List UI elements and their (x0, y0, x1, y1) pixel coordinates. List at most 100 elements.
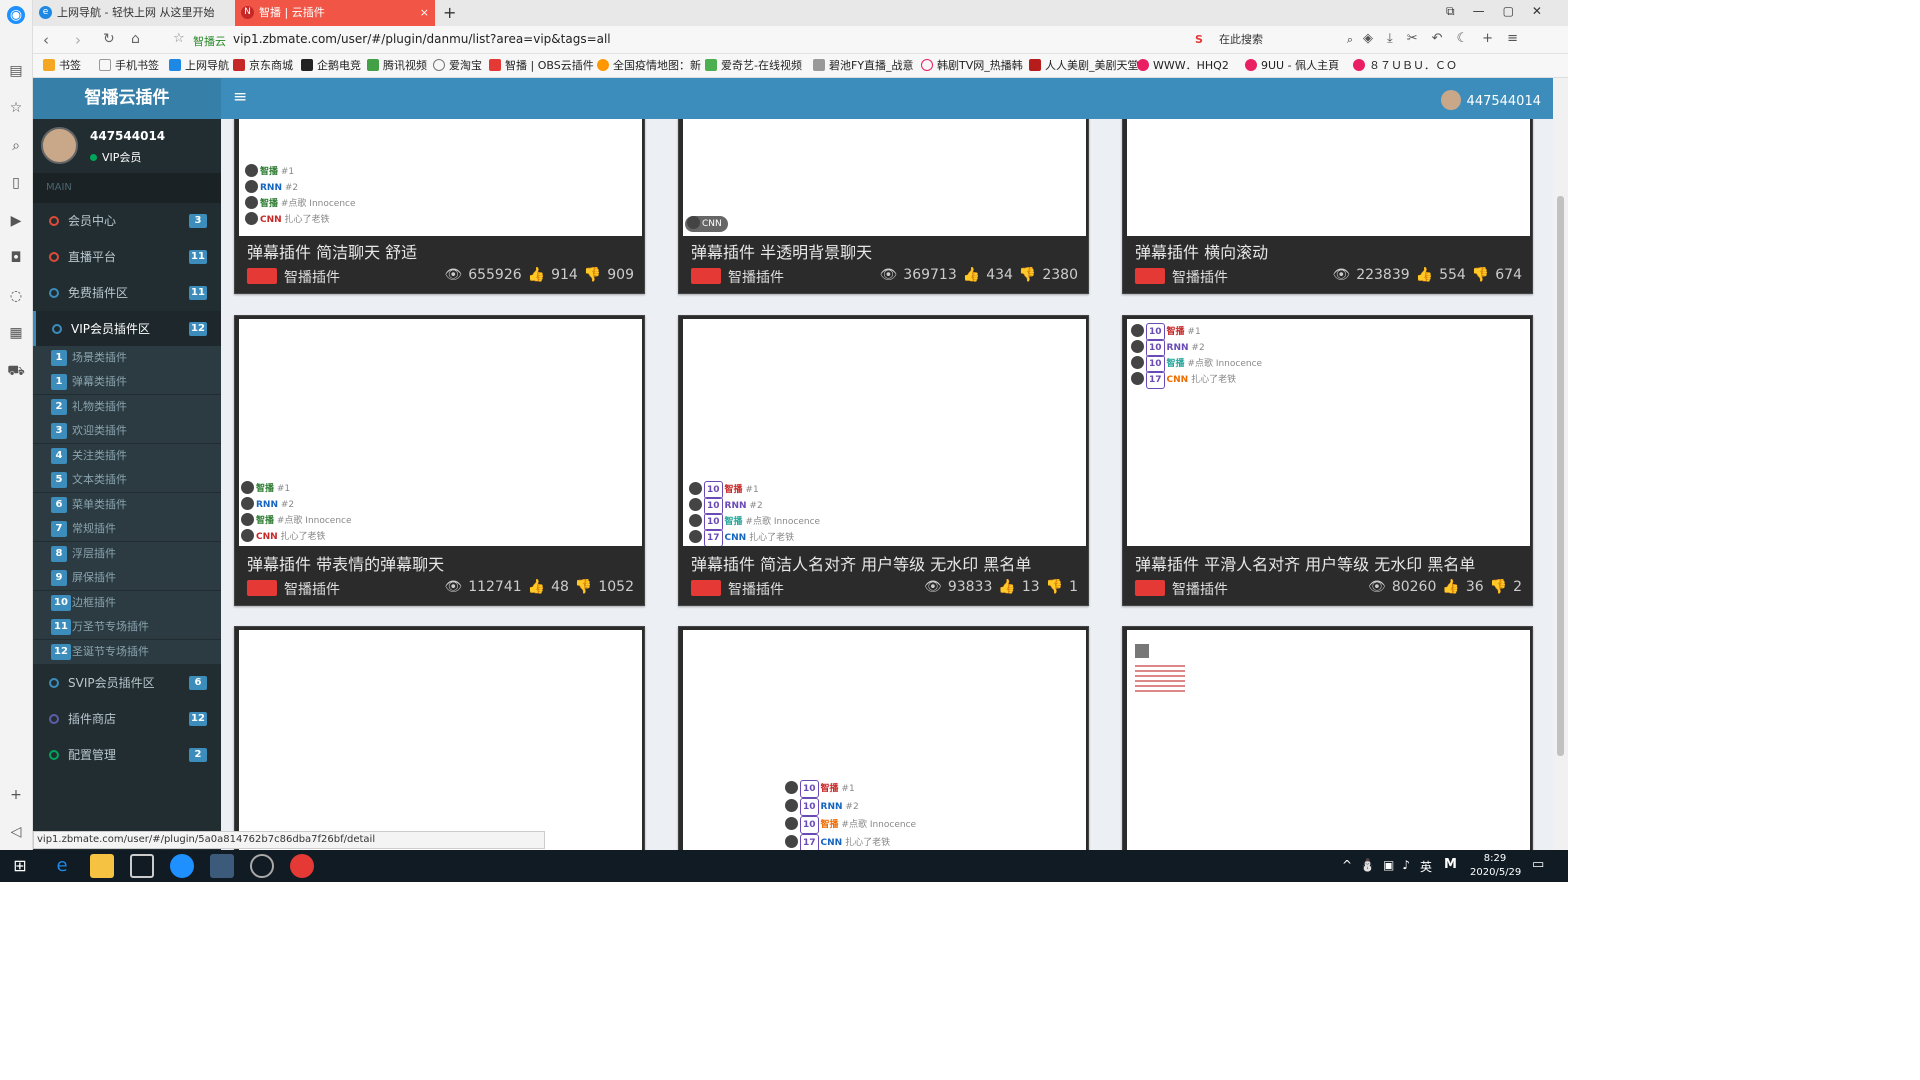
collapse-icon[interactable]: ◁ (7, 823, 25, 841)
menu-config[interactable]: 配置管理 2 (33, 737, 221, 773)
plugin-title[interactable]: 弹幕插件 半透明背景聊天 (691, 239, 872, 263)
reload-icon[interactable]: ↻ (103, 31, 115, 47)
video-icon[interactable]: ▶ (7, 212, 25, 230)
submenu-item[interactable]: 2 礼物类插件 (33, 395, 221, 419)
sidebar-toggle-icon[interactable]: ≡ (233, 87, 247, 107)
store-icon[interactable] (130, 854, 154, 878)
submenu-item[interactable]: 1 场景类插件 (33, 346, 221, 370)
chat-icon[interactable]: ◌ (7, 287, 25, 305)
tray-icons[interactable]: ^⛄▣♪ (1342, 858, 1418, 872)
circle-icon (49, 714, 59, 724)
plugin-card[interactable]: 10 智播 #1 10 RNN #2 10 智播 #点歌 Innocence 17 CN… (678, 315, 1089, 606)
submenu-item[interactable]: 5 文本类插件 (33, 468, 221, 492)
plugin-card[interactable]: 10 智播 #1 10 RNN #2 10 智播 #点歌 Innocence 17 CN… (1122, 315, 1533, 606)
cart-icon[interactable]: ⛟ (7, 362, 25, 380)
browser-taskbar-icon[interactable] (170, 854, 194, 878)
menu-live-platform[interactable]: 直播平台 11 (33, 239, 221, 275)
plugin-title[interactable]: 弹幕插件 简洁人名对齐 用户等级 无水印 黑名单 (691, 551, 1031, 575)
window-controls[interactable]: ⧉—▢✕ (1446, 4, 1560, 19)
submenu-item[interactable]: 12 圣诞节专场插件 (33, 640, 221, 664)
zbmate-logo-icon (691, 580, 721, 596)
menu-svip-plugins[interactable]: SVIP会员插件区 6 (33, 665, 221, 701)
notification-icon[interactable]: ▭ (1532, 857, 1544, 872)
windows-start-icon[interactable]: ⊞ (8, 854, 32, 878)
plugin-card[interactable]: 弹幕插件 横向滚动 智播插件 👁 223839 👍 554 👎 674 (1122, 119, 1533, 294)
thumbnail (1135, 644, 1149, 658)
close-icon[interactable]: × (420, 0, 429, 26)
bookmark-item[interactable]: ８７ＵＢＵ．ＣＯ (1353, 54, 1457, 78)
scroll-thumb[interactable] (1557, 196, 1564, 756)
menu-vip-plugins[interactable]: VIP会员插件区 12 (33, 311, 221, 347)
page-scrollbar[interactable] (1553, 78, 1568, 850)
user-menu[interactable]: 447544014 (1440, 90, 1541, 110)
bookmark-item[interactable]: 腾讯视频 (367, 54, 427, 78)
submenu-item[interactable]: 4 关注类插件 (33, 444, 221, 468)
url-field[interactable]: vip1.zbmate.com/user/#/plugin/danmu/list… (233, 32, 611, 46)
bookmark-item[interactable]: 智播 | OBS云插件 (489, 54, 594, 78)
clock[interactable]: 8:29 2020/5/29 (1470, 852, 1521, 880)
bookmark-item[interactable]: 碧池FY直播_战意 (813, 54, 914, 78)
plugin-title[interactable]: 弹幕插件 横向滚动 (1135, 239, 1268, 263)
plugin-card[interactable]: CNN 弹幕插件 半透明背景聊天 智播插件 👁 369713 👍 434 👎 2380 (678, 119, 1089, 294)
ime-indicator[interactable]: 英 (1420, 858, 1432, 875)
plugin-card[interactable]: 智播 #1 RNN #2 智播 #点歌 Innocence CNN 扎心了老铁 … (234, 119, 645, 294)
submenu-item[interactable]: 3 欢迎类插件 (33, 419, 221, 443)
bookmark-item[interactable]: 全国疫情地图：新 (597, 54, 701, 78)
submenu-item[interactable]: 6 菜单类插件 (33, 493, 221, 517)
bookmark-item[interactable]: 上网导航 (169, 54, 229, 78)
plugin-title[interactable]: 弹幕插件 平滑人名对齐 用户等级 无水印 黑名单 (1135, 551, 1475, 575)
search-icon[interactable]: ⌕ (1347, 30, 1353, 50)
submenu-item[interactable]: 9 屏保插件 (33, 566, 221, 590)
bookmark-item[interactable]: 爱奇艺-在线视频 (705, 54, 802, 78)
bookmark-item[interactable]: 京东商城 (233, 54, 293, 78)
ime-mode-icon[interactable]: M (1444, 857, 1457, 872)
plugin-card[interactable]: 智播 #1 RNN #2 智播 #点歌 Innocence CNN 扎心了老铁 … (234, 315, 645, 606)
menu-free-plugins[interactable]: 免费插件区 11 (33, 275, 221, 311)
bookmark-item[interactable]: 企鹅电竞 (301, 54, 361, 78)
steam-icon[interactable] (210, 854, 234, 878)
add-icon[interactable]: + (7, 786, 25, 804)
app-brand[interactable]: 智播云插件 (33, 78, 221, 119)
plugin-title[interactable]: 弹幕插件 带表情的弹幕聊天 (247, 551, 444, 575)
plugin-card[interactable]: 10 智播 #1 10 RNN #2 10 智播 #点歌 Innocence 17 CN… (678, 626, 1089, 850)
search-icon[interactable]: ⌕ (7, 137, 25, 155)
menu-plugin-store[interactable]: 插件商店 12 (33, 701, 221, 737)
back-icon[interactable]: ‹ (43, 31, 49, 49)
file-explorer-icon[interactable] (90, 854, 114, 878)
bookmark-star-icon[interactable]: ☆ (173, 31, 185, 46)
plugin-card[interactable] (234, 626, 645, 850)
menu-member-center[interactable]: 会员中心 3 (33, 203, 221, 239)
obs-icon[interactable] (250, 854, 274, 878)
tab-nav-home[interactable]: e 上网导航 - 轻快上网 从这里开始 (33, 0, 233, 26)
bookmark-item[interactable]: WWW．HHQ2 (1137, 54, 1229, 78)
submenu-item[interactable]: 7 常规插件 (33, 517, 221, 541)
bookmark-item[interactable]: 书签 (43, 54, 81, 78)
tab-zbmate[interactable]: N 智播 | 云插件 × (235, 0, 435, 26)
submenu-item[interactable]: 1 弹幕类插件 (33, 370, 221, 394)
plugin-title[interactable]: 弹幕插件 简洁聊天 舒适 (247, 239, 417, 263)
bookmark-item[interactable]: 韩剧TV网_热播韩 (921, 54, 1023, 78)
search-box[interactable]: S 在此搜索 ⌕ (1193, 30, 1353, 50)
favorites-star-icon[interactable]: ☆ (7, 99, 25, 117)
bookmark-item[interactable]: 9UU - 佩人主頁 (1245, 54, 1339, 78)
submenu-item[interactable]: 11 万圣节专场插件 (33, 615, 221, 639)
plugin-preview (239, 630, 642, 850)
bookmark-item[interactable]: 人人美剧_美剧天堂 (1029, 54, 1139, 78)
netease-icon[interactable] (290, 854, 314, 878)
edge-icon[interactable]: e (50, 854, 74, 878)
live-icon[interactable]: ◘ (7, 249, 25, 267)
bookmark-item[interactable]: 爱淘宝 (433, 54, 482, 78)
home-icon[interactable]: ⌂ (131, 31, 140, 47)
new-tab-button[interactable]: + (443, 3, 456, 22)
count-badge: 12 (189, 322, 207, 336)
forward-icon[interactable]: › (75, 31, 81, 49)
bookmark-item[interactable]: 手机书签 (99, 54, 159, 78)
toolbar-icons[interactable]: ◈⤓✂↶☾+≡ (1363, 31, 1532, 46)
app-icon[interactable]: ▦ (7, 324, 25, 342)
browser-logo-icon[interactable]: ◉ (7, 6, 25, 24)
news-icon[interactable]: ▤ (7, 62, 25, 80)
submenu-item[interactable]: 10 边框插件 (33, 591, 221, 615)
submenu-item[interactable]: 8 浮层插件 (33, 542, 221, 566)
plugin-card[interactable] (1122, 626, 1533, 850)
reader-icon[interactable]: ▯ (7, 174, 25, 192)
